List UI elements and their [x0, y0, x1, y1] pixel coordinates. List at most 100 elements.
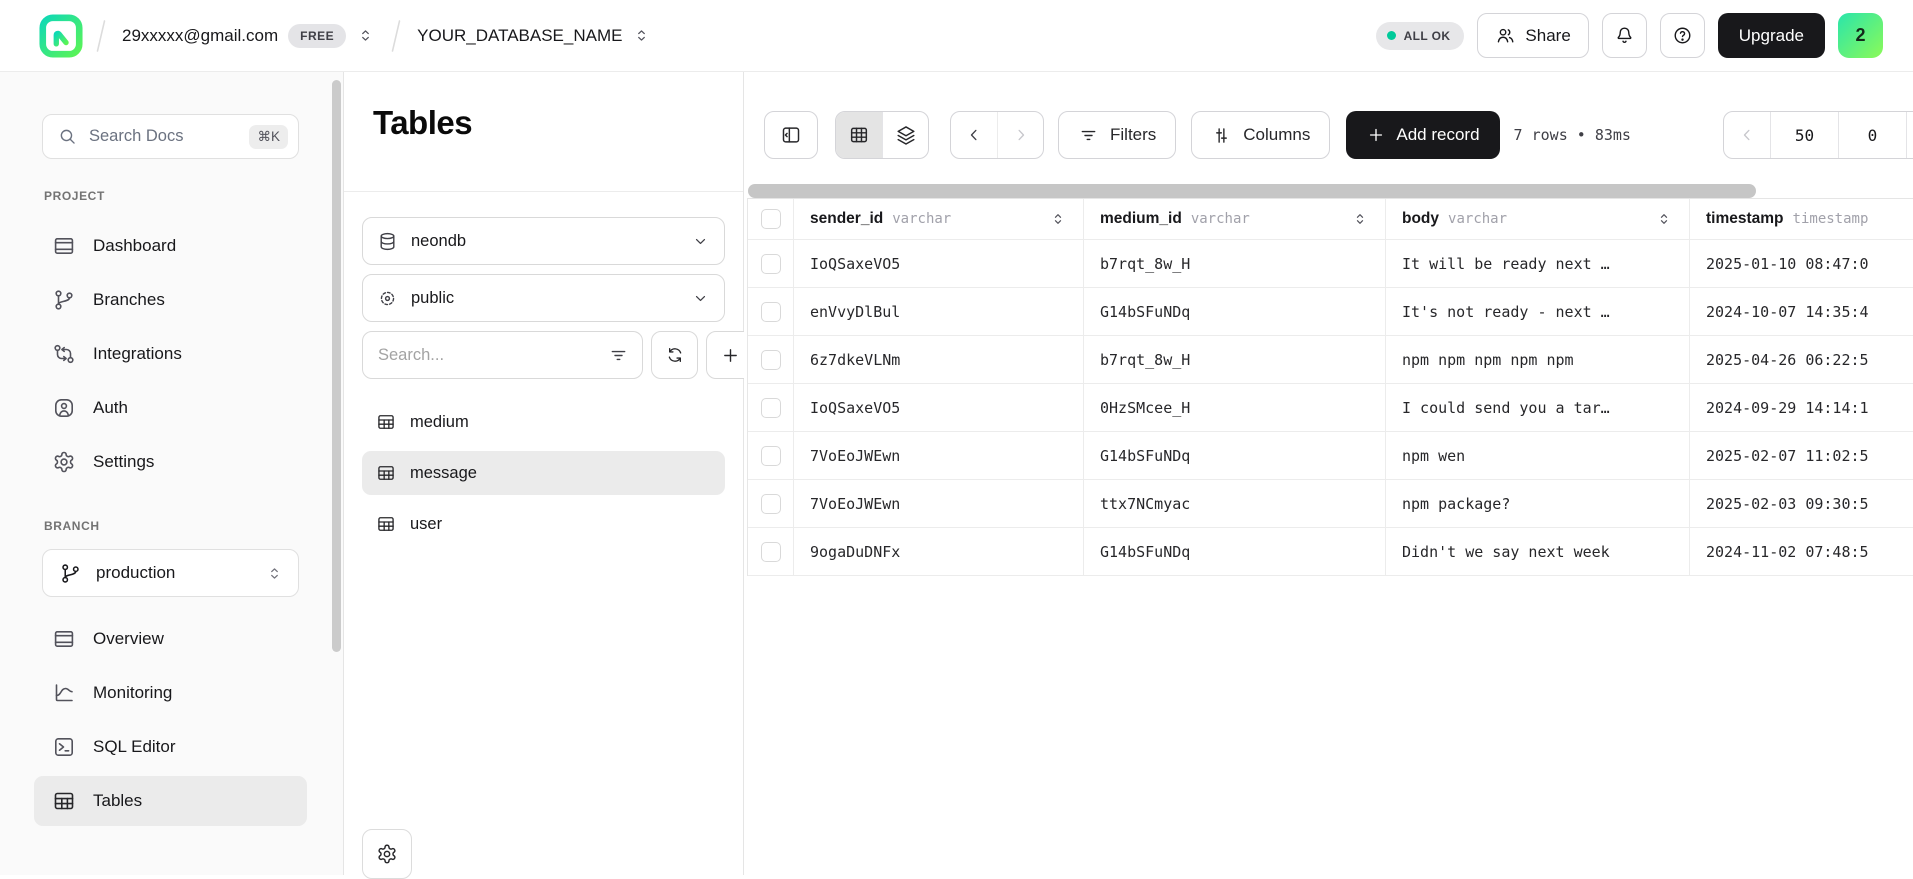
schema-dropdown[interactable]: public	[362, 274, 725, 322]
cell-timestamp[interactable]: 2025-02-03 09:30:5	[1690, 480, 1913, 527]
sidebar-item-overview[interactable]: Overview	[34, 614, 307, 664]
cell-timestamp[interactable]: 2024-10-07 14:35:4	[1690, 288, 1913, 335]
add-record-label: Add record	[1396, 125, 1479, 145]
add-record-button[interactable]: Add record	[1346, 111, 1499, 159]
sidebar-item-dashboard[interactable]: Dashboard	[34, 221, 307, 271]
cell-medium-id[interactable]: G14bSFuNDq	[1084, 432, 1386, 479]
notifications-button[interactable]	[1602, 13, 1647, 58]
sidebar-scrollbar[interactable]	[332, 80, 341, 652]
cell-medium-id[interactable]: b7rqt_8w_H	[1084, 336, 1386, 383]
table-list-item-user[interactable]: user	[362, 502, 725, 546]
sidebar-item-settings[interactable]: Settings	[34, 437, 307, 487]
cell-sender-id[interactable]: 7VoEoJWEwn	[794, 480, 1084, 527]
forward-button[interactable]	[997, 112, 1043, 158]
cell-body[interactable]: It's not ready - next …	[1386, 288, 1690, 335]
cell-sender-id[interactable]: 6z7dkeVLNm	[794, 336, 1084, 383]
branch-selector[interactable]: production	[42, 549, 299, 597]
cell-sender-id[interactable]: IoQSaxeVO5	[794, 240, 1084, 287]
tables-search-field[interactable]	[362, 331, 643, 379]
sidebar-item-monitoring[interactable]: Monitoring	[34, 668, 307, 718]
cell-medium-id[interactable]: G14bSFuNDq	[1084, 528, 1386, 575]
cell-body[interactable]: npm package?	[1386, 480, 1690, 527]
row-checkbox[interactable]	[761, 494, 781, 514]
back-button[interactable]	[951, 112, 997, 158]
cell-sender-id[interactable]: 9ogaDuDNFx	[794, 528, 1084, 575]
columns-button[interactable]: Columns	[1191, 111, 1330, 159]
table-list-item-medium[interactable]: medium	[362, 400, 725, 444]
search-shortcut: ⌘K	[249, 125, 288, 149]
cell-medium-id[interactable]: b7rqt_8w_H	[1084, 240, 1386, 287]
table-list-item-message[interactable]: message	[362, 451, 725, 495]
cell-sender-id[interactable]: 7VoEoJWEwn	[794, 432, 1084, 479]
table-horizontal-scrollbar	[748, 184, 1913, 198]
cell-timestamp[interactable]: 2025-01-10 08:47:0	[1690, 240, 1913, 287]
status-badge[interactable]: ALL OK	[1376, 22, 1465, 50]
account-selector[interactable]: 29xxxxx@gmail.com FREE	[118, 18, 379, 54]
tables-panel-content: neondb public	[344, 192, 743, 875]
status-dot-icon	[1387, 31, 1396, 40]
tables-search-input[interactable]	[376, 345, 600, 366]
grid-toolbar: Filters Columns Add record 7 rows • 83ms…	[744, 72, 1913, 159]
help-button[interactable]	[1660, 13, 1705, 58]
database-dropdown-value: neondb	[411, 232, 466, 251]
chevron-right-icon	[1011, 125, 1031, 145]
database-dropdown[interactable]: neondb	[362, 217, 725, 265]
notification-count-badge[interactable]: 2	[1838, 13, 1883, 58]
column-header-body[interactable]: body varchar	[1386, 199, 1690, 239]
chevron-down-icon	[691, 289, 710, 308]
row-checkbox[interactable]	[761, 446, 781, 466]
page-size-field[interactable]: 50	[1770, 112, 1838, 158]
select-all-checkbox[interactable]	[761, 209, 781, 229]
database-selector[interactable]: YOUR_DATABASE_NAME	[413, 20, 655, 52]
refresh-tables-button[interactable]	[651, 331, 698, 379]
neon-logo[interactable]	[38, 13, 84, 59]
filters-button[interactable]: Filters	[1058, 111, 1176, 159]
column-header-sender-id[interactable]: sender_id varchar	[794, 199, 1084, 239]
prev-page-button[interactable]	[1724, 112, 1770, 158]
sidebar-item-tables[interactable]: Tables	[34, 776, 307, 826]
row-checkbox[interactable]	[761, 254, 781, 274]
database-icon	[377, 231, 398, 252]
sort-icon	[1655, 210, 1673, 228]
row-checkbox[interactable]	[761, 398, 781, 418]
sidebar-item-integrations[interactable]: Integrations	[34, 329, 307, 379]
filter-icon[interactable]	[608, 345, 629, 366]
database-name: YOUR_DATABASE_NAME	[417, 26, 622, 46]
plus-icon	[720, 345, 741, 366]
columns-button-label: Columns	[1243, 125, 1310, 145]
table-row: 9ogaDuDNFx G14bSFuNDq Didn't we say next…	[748, 528, 1913, 576]
cell-medium-id[interactable]: 0HzSMcee_H	[1084, 384, 1386, 431]
cell-body[interactable]: It will be ready next …	[1386, 240, 1690, 287]
share-button[interactable]: Share	[1477, 13, 1588, 58]
row-checkbox[interactable]	[761, 302, 781, 322]
table-view-button[interactable]	[836, 112, 882, 158]
cell-body[interactable]: npm npm npm npm npm	[1386, 336, 1690, 383]
cell-timestamp[interactable]: 2025-04-26 06:22:5	[1690, 336, 1913, 383]
sidebar-item-branches[interactable]: Branches	[34, 275, 307, 325]
cell-sender-id[interactable]: IoQSaxeVO5	[794, 384, 1084, 431]
page-start-field[interactable]: 0	[1838, 112, 1906, 158]
schema-dropdown-value: public	[411, 289, 454, 308]
column-header-medium-id[interactable]: medium_id varchar	[1084, 199, 1386, 239]
filters-button-label: Filters	[1110, 125, 1156, 145]
row-checkbox[interactable]	[761, 542, 781, 562]
cell-timestamp[interactable]: 2024-09-29 14:14:1	[1690, 384, 1913, 431]
cell-medium-id[interactable]: G14bSFuNDq	[1084, 288, 1386, 335]
cell-timestamp[interactable]: 2025-02-07 11:02:5	[1690, 432, 1913, 479]
horizontal-scrollbar-thumb[interactable]	[748, 184, 1756, 198]
cell-medium-id[interactable]: ttx7NCmyac	[1084, 480, 1386, 527]
cell-sender-id[interactable]: enVvyDlBul	[794, 288, 1084, 335]
sidebar-item-sql-editor[interactable]: SQL Editor	[34, 722, 307, 772]
cell-body[interactable]: npm wen	[1386, 432, 1690, 479]
sidebar-item-auth[interactable]: Auth	[34, 383, 307, 433]
cell-body[interactable]: Didn't we say next week	[1386, 528, 1690, 575]
layers-view-button[interactable]	[882, 112, 928, 158]
column-header-timestamp[interactable]: timestamp timestamp	[1690, 199, 1913, 239]
cell-timestamp[interactable]: 2024-11-02 07:48:5	[1690, 528, 1913, 575]
row-checkbox[interactable]	[761, 350, 781, 370]
cell-body[interactable]: I could send you a tar…	[1386, 384, 1690, 431]
upgrade-button[interactable]: Upgrade	[1718, 13, 1825, 58]
collapse-panel-button[interactable]	[764, 111, 818, 159]
search-docs-button[interactable]: Search Docs ⌘K	[42, 114, 299, 159]
panel-settings-button[interactable]	[362, 829, 412, 879]
